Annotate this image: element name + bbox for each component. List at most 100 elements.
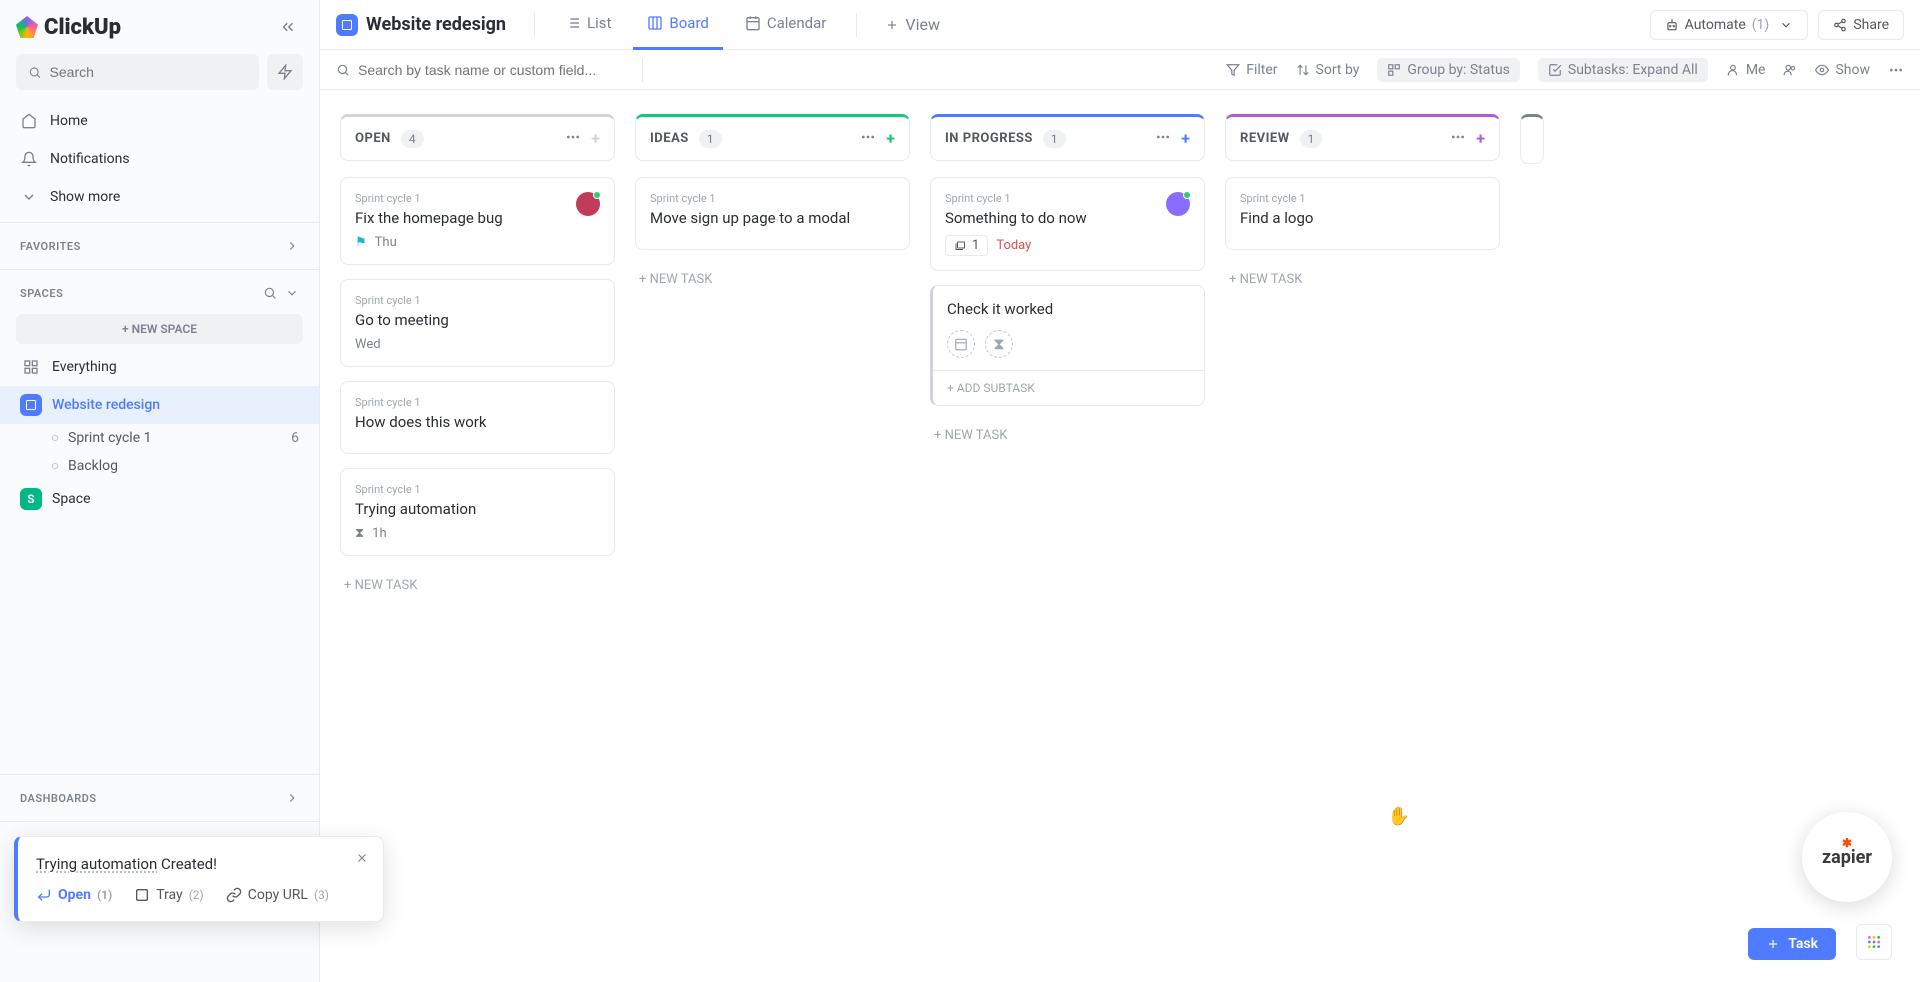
nav-show-more-label: Show more xyxy=(50,189,120,205)
bell-icon xyxy=(20,150,38,168)
share-button[interactable]: Share xyxy=(1818,10,1904,40)
sidebar: ClickUp Home Notifications Show more xyxy=(0,0,320,982)
column-more-button[interactable] xyxy=(860,129,876,148)
column-add-button[interactable]: + xyxy=(1476,129,1485,148)
subtasks-chip[interactable]: Subtasks: Expand All xyxy=(1538,58,1708,82)
date-button[interactable] xyxy=(947,330,975,358)
filter-button[interactable]: Filter xyxy=(1226,62,1277,78)
task-search[interactable] xyxy=(336,62,618,78)
new-task-button[interactable]: + NEW TASK xyxy=(1225,264,1500,295)
group-by-chip[interactable]: Group by: Status xyxy=(1377,58,1519,82)
task-card[interactable]: Sprint cycle 1 Fix the homepage bug ⚑Thu xyxy=(340,177,615,265)
nav-home[interactable]: Home xyxy=(0,102,319,140)
card-time: 1h xyxy=(372,526,386,541)
task-card[interactable]: Sprint cycle 1 Move sign up page to a mo… xyxy=(635,177,910,250)
avatar[interactable] xyxy=(1166,192,1190,216)
column-add-button[interactable]: + xyxy=(1181,129,1190,148)
share-label: Share xyxy=(1853,17,1889,33)
dashboards-label: DASHBOARDS xyxy=(20,792,97,805)
time-button[interactable]: ⧗ xyxy=(985,330,1013,358)
chevron-down-icon[interactable] xyxy=(285,286,299,300)
sidebar-item-website-redesign[interactable]: Website redesign xyxy=(0,386,319,424)
chevron-down-icon xyxy=(1779,18,1793,32)
tray-icon xyxy=(134,887,150,903)
sidebar-item-backlog[interactable]: Backlog xyxy=(0,452,319,480)
task-card[interactable]: Sprint cycle 1 Trying automation ⧗1h xyxy=(340,468,615,556)
more-button[interactable] xyxy=(1888,62,1904,78)
nav-notifications[interactable]: Notifications xyxy=(0,140,319,178)
space-icon xyxy=(336,14,358,36)
apps-fab[interactable] xyxy=(1856,924,1892,960)
sidebar-search[interactable] xyxy=(16,54,259,90)
sort-label: Sort by xyxy=(1316,62,1360,78)
sprint-label: Sprint cycle 1 xyxy=(68,430,151,446)
home-icon xyxy=(20,112,38,130)
column-more-button[interactable] xyxy=(565,129,581,148)
new-task-button[interactable]: + NEW TASK xyxy=(340,570,615,601)
column-more-button[interactable] xyxy=(1450,129,1466,148)
close-icon xyxy=(355,851,369,865)
column-more-button[interactable] xyxy=(1155,129,1171,148)
task-search-input[interactable] xyxy=(358,62,618,78)
task-card[interactable]: Sprint cycle 1 Find a logo xyxy=(1225,177,1500,250)
new-space-button[interactable]: + NEW SPACE xyxy=(16,314,303,344)
search-icon[interactable] xyxy=(263,286,277,300)
subtask-count[interactable]: 1 xyxy=(945,235,988,256)
add-subtask-button[interactable]: + ADD SUBTASK xyxy=(933,370,1204,405)
assignees-button[interactable] xyxy=(1783,63,1797,77)
people-icon xyxy=(1783,63,1797,77)
chevron-right-icon xyxy=(285,239,299,253)
column-add-button[interactable]: + xyxy=(591,129,600,148)
more-icon xyxy=(1888,62,1904,78)
column-header: OPEN 4 + xyxy=(340,114,615,161)
toast-tray-button[interactable]: Tray (2) xyxy=(134,887,203,903)
column-header: IN PROGRESS 1 + xyxy=(930,114,1205,161)
show-label: Show xyxy=(1835,62,1870,78)
avatar[interactable] xyxy=(576,192,600,216)
tab-board[interactable]: Board xyxy=(633,0,722,50)
task-card[interactable]: Sprint cycle 1 Go to meeting Wed xyxy=(340,279,615,367)
filter-icon xyxy=(1226,63,1240,77)
add-column-button[interactable] xyxy=(1520,114,1544,164)
spaces-section[interactable]: SPACES xyxy=(0,276,319,310)
subtasks-label: Subtasks: Expand All xyxy=(1568,62,1698,78)
new-task-fab[interactable]: Task xyxy=(1748,928,1836,960)
tab-calendar[interactable]: Calendar xyxy=(731,0,841,50)
card-date: Today xyxy=(996,238,1031,253)
me-button[interactable]: Me xyxy=(1726,62,1766,78)
show-button[interactable]: Show xyxy=(1815,62,1870,78)
nav-show-more[interactable]: Show more xyxy=(0,178,319,216)
subtask-card[interactable]: Check it worked ⧗ + ADD SUBTASK xyxy=(930,285,1205,406)
sidebar-item-everything[interactable]: Everything xyxy=(0,348,319,386)
sidebar-item-space[interactable]: S Space xyxy=(0,480,319,518)
logo[interactable]: ClickUp xyxy=(16,15,121,40)
sidebar-collapse-button[interactable] xyxy=(273,12,303,42)
board[interactable]: OPEN 4 + Sprint cycle 1 Fix the homepage… xyxy=(320,90,1920,982)
new-task-button[interactable]: + NEW TASK xyxy=(635,264,910,295)
task-card[interactable]: Sprint cycle 1 How does this work xyxy=(340,381,615,454)
task-card[interactable]: Sprint cycle 1 Something to do now 1Toda… xyxy=(930,177,1205,271)
ai-bolt-button[interactable] xyxy=(267,54,303,90)
tab-list[interactable]: List xyxy=(551,0,625,50)
sidebar-search-input[interactable] xyxy=(50,64,247,80)
toast-close-button[interactable] xyxy=(355,851,369,865)
column-add-button[interactable]: + xyxy=(886,129,895,148)
grab-cursor-icon: ✋ xyxy=(1388,806,1410,827)
card-tag: Sprint cycle 1 xyxy=(355,396,600,409)
new-task-button[interactable]: + NEW TASK xyxy=(930,420,1205,451)
zapier-badge[interactable]: ✱ zapier xyxy=(1802,812,1892,902)
filter-label: Filter xyxy=(1246,62,1277,78)
sidebar-item-sprint-cycle-1[interactable]: Sprint cycle 1 6 xyxy=(0,424,319,452)
column-title: OPEN xyxy=(355,131,391,146)
toast-copy-button[interactable]: Copy URL (3) xyxy=(226,887,329,903)
favorites-section[interactable]: FAVORITES xyxy=(0,229,319,263)
dashboards-section[interactable]: DASHBOARDS xyxy=(0,781,319,815)
subtasks-icon xyxy=(1548,63,1562,77)
toast-task-name[interactable]: Trying automation xyxy=(36,855,157,873)
automate-button[interactable]: Automate (1) xyxy=(1650,10,1809,40)
sprint-count: 6 xyxy=(291,430,299,446)
toast-open-button[interactable]: Open (1) xyxy=(36,887,112,903)
column-title: IDEAS xyxy=(650,131,689,146)
sort-button[interactable]: Sort by xyxy=(1296,62,1360,78)
add-view-button[interactable]: View xyxy=(873,15,952,34)
